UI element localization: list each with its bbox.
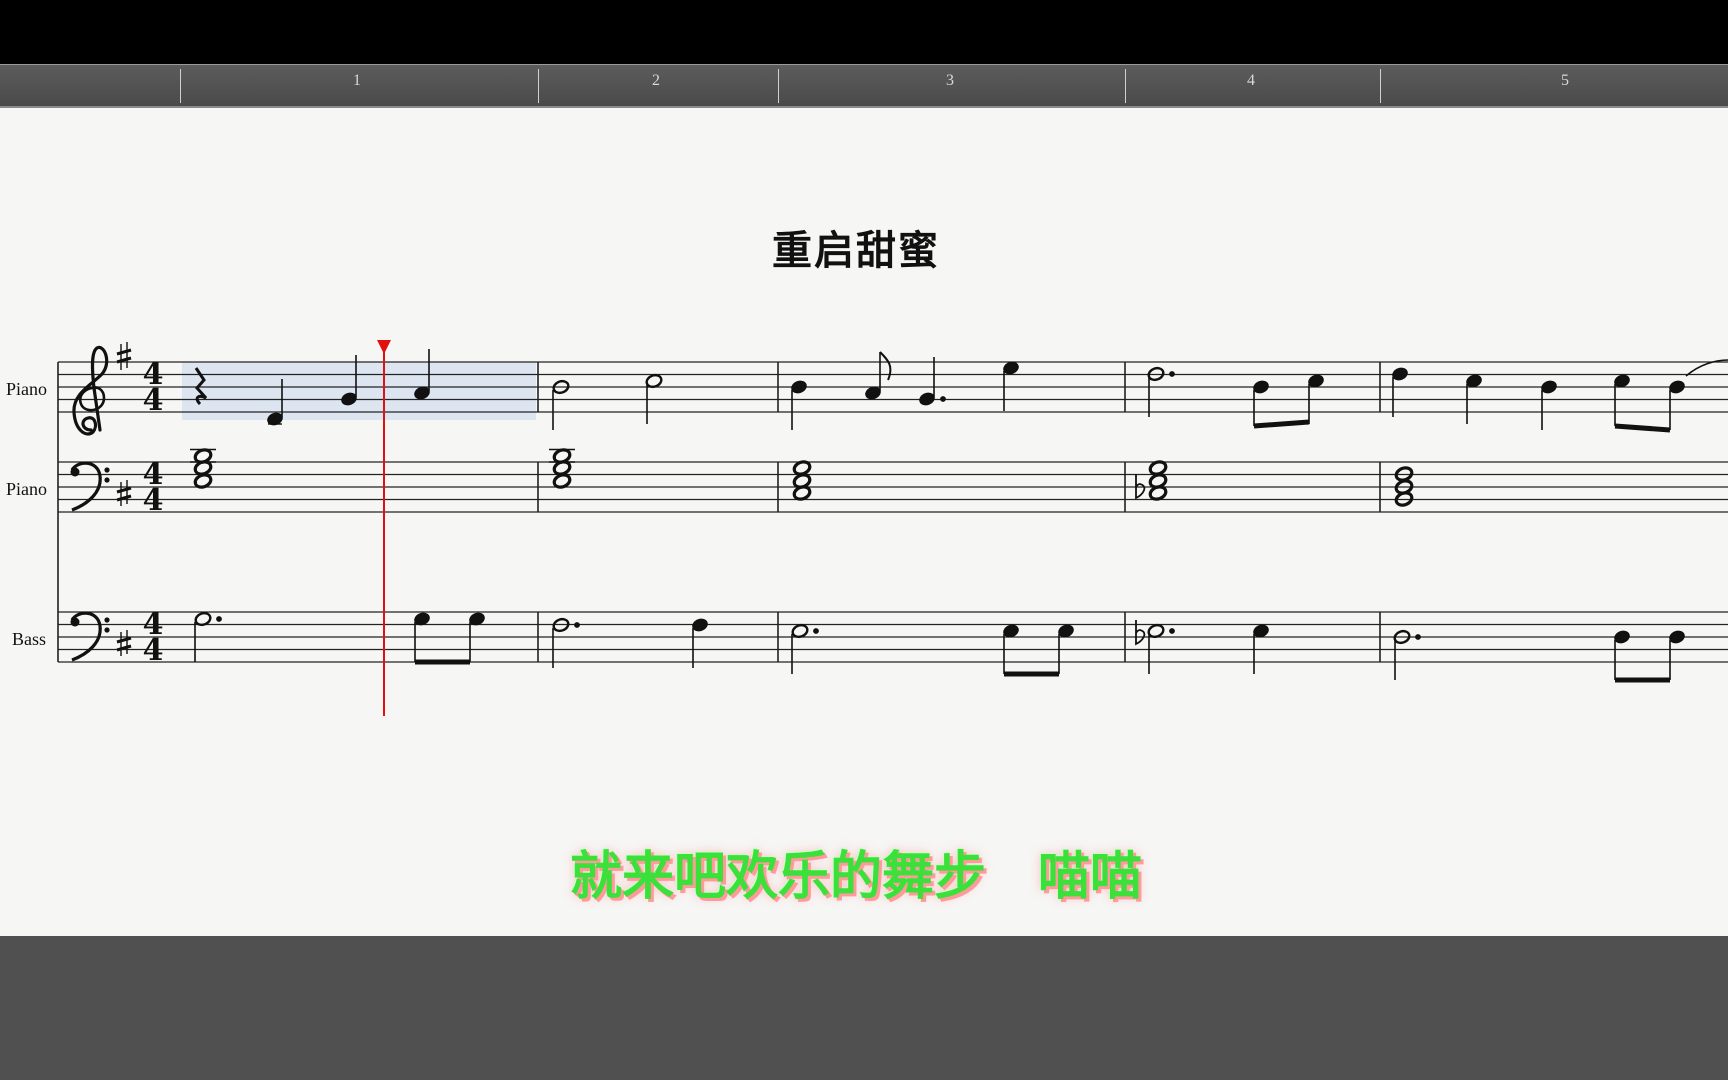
bottom-panel: [0, 936, 1728, 1080]
timeline-tick: [180, 69, 181, 103]
staff-lines-bass-piano: [58, 461, 1728, 513]
chord[interactable]: [792, 460, 812, 501]
timeline-ruler[interactable]: 1 2 3 4 5: [0, 64, 1728, 108]
flat-icon: [1135, 620, 1146, 646]
lyric-subtitle: 就来吧欢乐的舞步 喵喵: [569, 847, 1142, 907]
timeline-tick: [1125, 69, 1126, 103]
timeline-bar-number[interactable]: 1: [353, 72, 361, 90]
staff-lines-bass: [58, 611, 1728, 663]
sharp-icon: [116, 480, 132, 506]
chord[interactable]: [190, 448, 216, 489]
playhead-triangle-icon[interactable]: [377, 340, 391, 354]
timeline-bar-number[interactable]: 2: [652, 72, 660, 90]
score-canvas[interactable]: Piano Piano Bass 4 4 4 4 4 4: [0, 108, 1728, 936]
staff-label-bass: Bass: [12, 629, 46, 649]
top-black-bar: [0, 0, 1728, 64]
treble-clef-icon: [72, 345, 109, 436]
timeline-tick: [538, 69, 539, 103]
time-signature-denominator: 4: [143, 383, 164, 418]
time-signature-denominator: 4: [143, 633, 164, 668]
sharp-icon: [116, 630, 132, 656]
bass-notes[interactable]: [194, 611, 1686, 683]
measure-selection-highlight: [182, 362, 536, 420]
piano-bass-chords[interactable]: [190, 448, 1414, 507]
chord[interactable]: [1135, 460, 1168, 501]
staff-label-piano-treble: Piano: [6, 379, 47, 399]
staff-label-piano-bass: Piano: [6, 479, 47, 499]
timeline-bar-number[interactable]: 5: [1561, 72, 1569, 90]
timeline-tick: [778, 69, 779, 103]
timeline-bar-number[interactable]: 3: [946, 72, 954, 90]
time-signature-denominator: 4: [143, 483, 164, 518]
flat-icon: [1135, 474, 1146, 500]
sharp-icon: [116, 342, 132, 370]
score-page[interactable]: 重启甜蜜 Piano Piano Bass 4 4 4 4 4 4 就来吧欢乐的…: [0, 108, 1728, 936]
timeline-tick: [1380, 69, 1381, 103]
timeline-bar-number[interactable]: 4: [1247, 72, 1255, 90]
chord[interactable]: [549, 448, 575, 489]
